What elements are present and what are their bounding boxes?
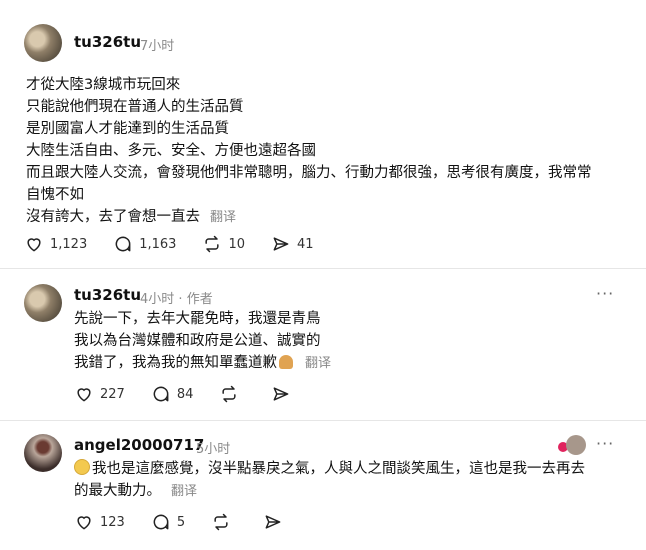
action-bar: 227 84	[74, 384, 323, 404]
repost-count: 10	[228, 236, 245, 252]
heart-icon	[77, 388, 91, 402]
comment-bubble-icon	[153, 514, 169, 530]
repost-button[interactable]	[211, 512, 237, 532]
avatar[interactable]	[24, 24, 62, 62]
post-text-line: 自愧不如	[26, 187, 84, 203]
post-text-line: 我也是這麼感覺，沒半點暴戾之氣，人與人之間談笑風生，這也是我一去再去	[74, 458, 585, 480]
share-button[interactable]: 41	[271, 234, 314, 254]
comment-bubble-icon	[153, 386, 169, 402]
like-count: 123	[100, 514, 125, 530]
post-text-line: 的最大動力。 翻译	[74, 480, 197, 503]
liked-by-avatar	[566, 435, 586, 455]
comment-button[interactable]: 1,163	[113, 234, 176, 254]
post-text-line: 只能說他們現在普通人的生活品質	[26, 99, 244, 115]
author-tag: 作者	[186, 292, 213, 307]
like-count: 227	[100, 386, 125, 402]
send-paper-plane-icon	[273, 237, 289, 251]
post-time: 4小时 · 作者	[140, 292, 213, 307]
username[interactable]: tu326tu	[74, 286, 141, 304]
comment-count: 84	[176, 386, 194, 402]
post-text-last: 的最大動力。	[74, 483, 161, 499]
heart-icon	[77, 516, 91, 530]
repost-arrows-icon	[205, 235, 220, 253]
divider	[0, 420, 646, 421]
send-paper-plane-icon	[273, 387, 289, 401]
send-paper-plane-icon	[265, 515, 281, 529]
post-text-line: 才從大陸3線城市玩回來	[26, 77, 181, 93]
share-count: 41	[296, 236, 314, 252]
post-time-value: 4小时	[140, 292, 175, 307]
action-bar: 1,123 1,163 10 41	[24, 234, 340, 254]
action-bar: 123 5	[74, 512, 315, 532]
divider	[0, 268, 646, 269]
share-button[interactable]	[263, 512, 289, 532]
post-time: 7小时	[140, 39, 175, 54]
post-text-first: 我也是這麼感覺，沒半點暴戾之氣，人與人之間談笑風生，這也是我一去再去	[92, 461, 585, 477]
comment-bubble-icon	[115, 236, 131, 252]
post-text-line: 大陸生活自由、多元、安全、方便也遠超各國	[26, 143, 316, 159]
bow-emoji-icon	[279, 355, 293, 369]
like-button[interactable]: 123	[74, 512, 125, 532]
repost-arrows-icon	[222, 385, 236, 403]
post-text-last: 我錯了，我為我的無知單蠢道歉	[74, 355, 277, 371]
like-button[interactable]: 1,123	[24, 234, 87, 254]
comment-button[interactable]: 5	[151, 512, 185, 532]
translate-link[interactable]: 翻译	[171, 484, 197, 499]
avatar[interactable]	[24, 434, 62, 472]
share-button[interactable]	[271, 384, 297, 404]
post-text-last: 沒有誇大，去了會想一直去	[26, 209, 200, 225]
post-text-line: 我以為台灣媒體和政府是公道、誠實的	[74, 333, 321, 349]
post-time: 5小时	[196, 442, 231, 457]
post-text-line: 是別國富人才能達到的生活品質	[26, 121, 229, 137]
heart-icon	[27, 238, 41, 252]
comment-button[interactable]: 84	[151, 384, 194, 404]
post-text-line: 我錯了，我為我的無知單蠢道歉 翻译	[74, 352, 331, 375]
repost-arrows-icon	[214, 513, 228, 531]
username[interactable]: angel20000717	[74, 436, 204, 454]
avatar[interactable]	[24, 284, 62, 322]
like-count: 1,123	[50, 236, 88, 252]
post-text-line: 先說一下，去年大罷免時，我還是青鳥	[74, 311, 321, 327]
post-text-line: 沒有誇大，去了會想一直去 翻译	[26, 206, 236, 229]
username[interactable]: tu326tu	[74, 33, 141, 51]
translate-link[interactable]: 翻译	[305, 356, 331, 371]
repost-button[interactable]: 10	[202, 234, 245, 254]
post-text-line: 而且跟大陸人交流，會發現他們非常聰明，腦力、行動力都很強，思考很有廣度，我常常	[26, 165, 592, 181]
more-options-button[interactable]: ···	[596, 284, 614, 303]
smile-emoji-icon	[74, 459, 90, 475]
comment-count: 1,163	[139, 236, 177, 252]
like-button[interactable]: 227	[74, 384, 125, 404]
comment-count: 5	[176, 514, 186, 530]
more-options-button[interactable]: ···	[596, 434, 614, 453]
repost-button[interactable]	[219, 384, 245, 404]
translate-link[interactable]: 翻译	[210, 210, 236, 225]
